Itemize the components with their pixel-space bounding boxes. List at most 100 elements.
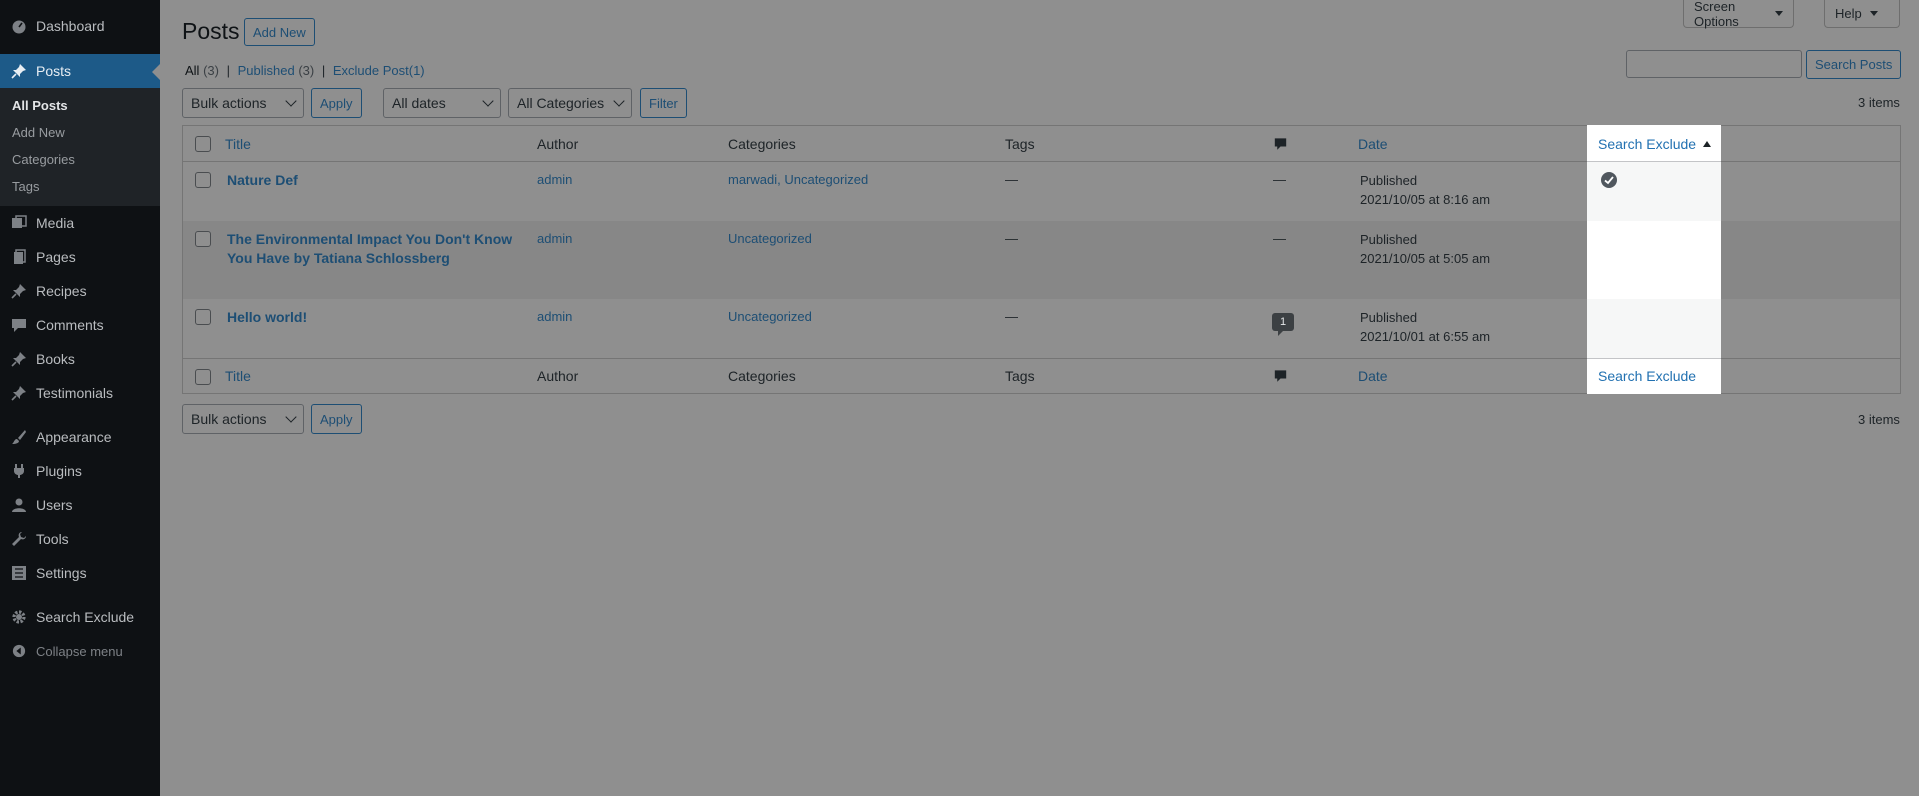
post-categories[interactable]: marwadi, Uncategorized xyxy=(728,172,868,187)
row-checkbox[interactable] xyxy=(195,172,211,188)
filter-published-count: (3) xyxy=(298,63,315,78)
apply-button[interactable]: Apply xyxy=(311,88,362,118)
pages-icon xyxy=(10,248,28,266)
post-comments: — xyxy=(1273,172,1286,187)
column-search-exclude-footer-label: Search Exclude xyxy=(1598,368,1697,384)
menu-plugins[interactable]: Plugins xyxy=(0,454,160,488)
filter-button[interactable]: Filter xyxy=(640,88,687,118)
menu-settings-label: Settings xyxy=(36,565,87,581)
menu-media[interactable]: Media xyxy=(0,206,160,240)
add-new-button[interactable]: Add New xyxy=(244,18,315,46)
bulk-actions-select[interactable]: Bulk actions xyxy=(182,88,304,118)
menu-posts-label: Posts xyxy=(36,63,72,79)
menu-testimonials-label: Testimonials xyxy=(36,385,114,401)
post-date: Published 2021/10/05 at 5:05 am xyxy=(1360,230,1490,268)
bulk-actions-select-bottom[interactable]: Bulk actions xyxy=(182,404,304,434)
post-title-line: You Have by Tatiana Schlossberg xyxy=(227,250,450,266)
search-exclude-column: Search Exclude Search Exclude xyxy=(1587,125,1721,394)
help-button[interactable]: Help xyxy=(1824,0,1900,28)
column-search-exclude-label: Search Exclude xyxy=(1598,136,1697,152)
status-filter-links: All (3) | Published (3) | Exclude Post(1… xyxy=(185,63,425,78)
menu-recipes-label: Recipes xyxy=(36,283,87,299)
submenu-tags[interactable]: Tags xyxy=(0,173,160,200)
search-posts-button[interactable]: Search Posts xyxy=(1806,50,1902,79)
dates-select[interactable]: All dates xyxy=(383,88,501,118)
menu-settings[interactable]: Settings xyxy=(0,556,160,590)
separator: | xyxy=(321,63,326,78)
post-date-value: 2021/10/05 at 5:05 am xyxy=(1360,251,1491,266)
comment-icon[interactable] xyxy=(1274,137,1287,154)
menu-plugins-label: Plugins xyxy=(36,463,82,479)
menu-dashboard[interactable]: Dashboard xyxy=(0,9,160,43)
filter-exclude-post[interactable]: Exclude Post(1) xyxy=(333,63,425,78)
post-title-link[interactable]: The Environmental Impact You Don't Know … xyxy=(227,230,512,268)
post-title-line: The Environmental Impact You Don't Know xyxy=(227,231,513,247)
post-tags: — xyxy=(1005,309,1018,324)
select-all-checkbox[interactable] xyxy=(195,136,211,152)
post-title-link[interactable]: Hello world! xyxy=(227,308,307,327)
items-count: 3 items xyxy=(1858,95,1900,110)
menu-tools[interactable]: Tools xyxy=(0,522,160,556)
screen-options-button[interactable]: Screen Options xyxy=(1683,0,1794,29)
pin-icon xyxy=(10,282,28,300)
gear-icon xyxy=(10,608,28,626)
column-search-exclude[interactable]: Search Exclude xyxy=(1598,136,1712,152)
post-categories[interactable]: Uncategorized xyxy=(728,309,812,324)
filter-all-count: (3) xyxy=(203,63,219,78)
menu-tools-label: Tools xyxy=(36,531,69,547)
chevron-down-icon xyxy=(285,411,297,423)
collapse-menu[interactable]: Collapse menu xyxy=(0,634,160,668)
column-date[interactable]: Date xyxy=(1358,136,1388,152)
post-categories[interactable]: Uncategorized xyxy=(728,231,812,246)
menu-testimonials[interactable]: Testimonials xyxy=(0,376,160,410)
column-search-exclude-footer[interactable]: Search Exclude xyxy=(1598,368,1696,384)
select-all-checkbox-footer[interactable] xyxy=(195,369,211,385)
menu-books-label: Books xyxy=(36,351,75,367)
filter-published[interactable]: Published xyxy=(238,63,295,78)
column-author: Author xyxy=(537,136,579,152)
menu-media-label: Media xyxy=(36,215,75,231)
check-circle-icon xyxy=(1601,172,1617,191)
comment-icon xyxy=(10,316,28,334)
categories-select[interactable]: All Categories xyxy=(508,88,632,118)
post-author-link[interactable]: admin xyxy=(537,309,572,324)
items-count-bottom: 3 items xyxy=(1858,412,1900,427)
settings-icon xyxy=(10,564,28,582)
menu-search-exclude[interactable]: Search Exclude xyxy=(0,600,160,634)
dashboard-icon xyxy=(10,17,28,35)
comment-icon[interactable] xyxy=(1274,369,1287,386)
submenu-add-new[interactable]: Add New xyxy=(0,119,160,146)
collapse-icon xyxy=(10,642,28,660)
menu-books[interactable]: Books xyxy=(0,342,160,376)
pin-icon xyxy=(10,350,28,368)
submenu-categories[interactable]: Categories xyxy=(0,146,160,173)
wrench-icon xyxy=(10,530,28,548)
menu-users[interactable]: Users xyxy=(0,488,160,522)
filter-all[interactable]: All xyxy=(185,63,199,78)
search-input[interactable] xyxy=(1626,50,1802,78)
post-author-link[interactable]: admin xyxy=(537,231,572,246)
row-checkbox[interactable] xyxy=(195,309,211,325)
menu-posts[interactable]: Posts xyxy=(0,54,160,88)
post-title-link[interactable]: Nature Def xyxy=(227,171,298,190)
column-tags-footer: Tags xyxy=(1005,368,1035,384)
comment-count-bubble[interactable]: 1 xyxy=(1272,313,1294,336)
menu-appearance[interactable]: Appearance xyxy=(0,420,160,454)
post-date-value: 2021/10/01 at 6:55 am xyxy=(1360,329,1491,344)
menu-comments-label: Comments xyxy=(36,317,104,333)
help-label: Help xyxy=(1835,6,1862,21)
sort-ascending-icon xyxy=(1703,141,1712,147)
column-title-footer[interactable]: Title xyxy=(225,368,251,384)
chevron-down-icon xyxy=(613,95,625,107)
menu-pages[interactable]: Pages xyxy=(0,240,160,274)
post-author-link[interactable]: admin xyxy=(537,172,572,187)
post-status: Published xyxy=(1360,232,1418,247)
menu-recipes[interactable]: Recipes xyxy=(0,274,160,308)
apply-button-bottom[interactable]: Apply xyxy=(311,404,362,434)
menu-comments[interactable]: Comments xyxy=(0,308,160,342)
column-title[interactable]: Title xyxy=(225,136,251,152)
separator: | xyxy=(226,63,230,78)
row-checkbox[interactable] xyxy=(195,231,211,247)
submenu-all-posts[interactable]: All Posts xyxy=(0,92,160,119)
column-date-footer[interactable]: Date xyxy=(1358,368,1388,384)
